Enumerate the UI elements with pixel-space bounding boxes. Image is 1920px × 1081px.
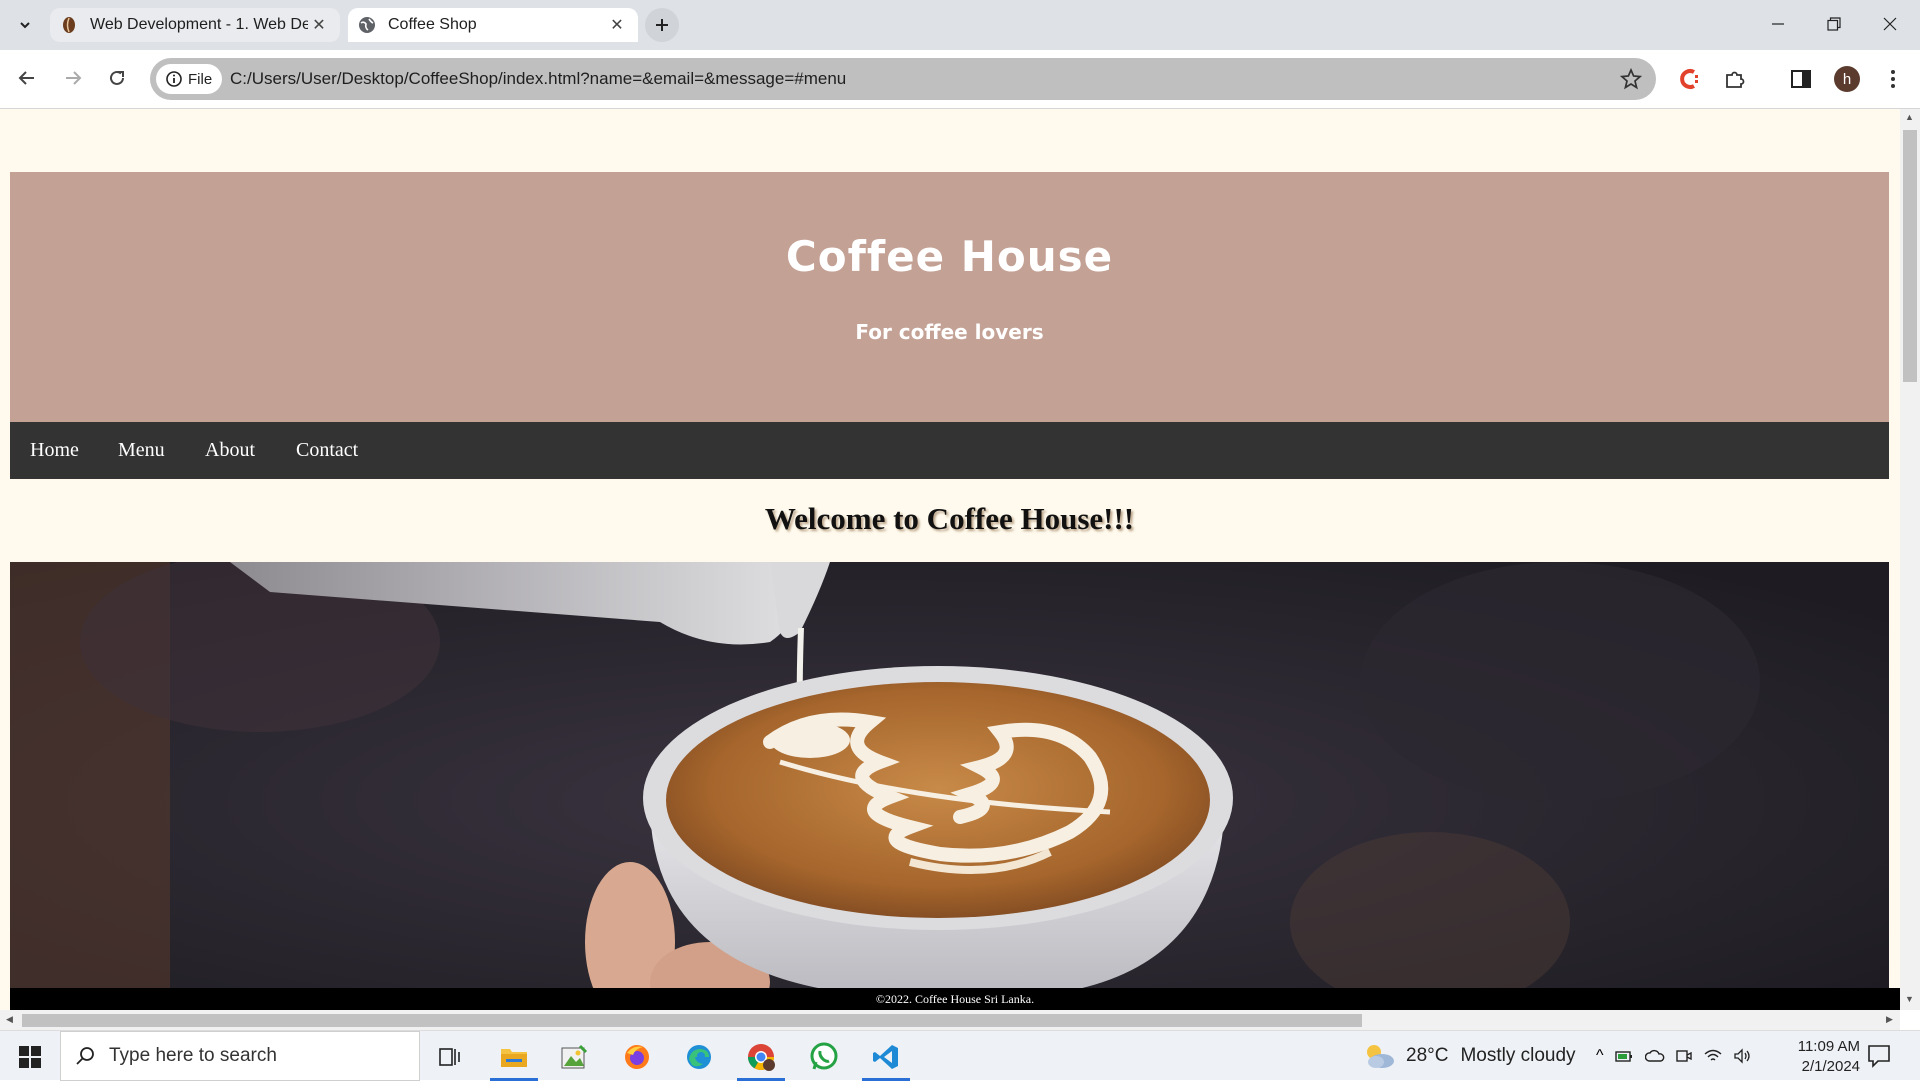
scroll-up-arrow-icon[interactable]: ▲: [1905, 112, 1914, 122]
minimize-button[interactable]: [1750, 0, 1806, 48]
info-icon: [166, 71, 182, 87]
weather-widget[interactable]: 28°C Mostly cloudy: [1362, 1031, 1576, 1081]
taskbar-search-box[interactable]: Type here to search: [60, 1031, 420, 1081]
edge-button[interactable]: [671, 1036, 727, 1078]
site-chip-label: File: [188, 70, 213, 88]
tab-title: Web Development - 1. Web De: [90, 16, 308, 33]
windows-taskbar: Type here to search 28°C Mostly cloudy ^…: [0, 1030, 1920, 1081]
whatsapp-button[interactable]: [796, 1036, 852, 1078]
side-panel-icon[interactable]: [1788, 66, 1814, 92]
star-icon[interactable]: [1620, 68, 1642, 90]
vscode-button[interactable]: [858, 1036, 914, 1081]
tab-title: Coffee Shop: [388, 16, 477, 33]
scroll-left-arrow-icon[interactable]: ◀: [6, 1014, 13, 1025]
extension-c-icon[interactable]: [1677, 66, 1703, 92]
tab-search-button[interactable]: [8, 8, 42, 42]
search-placeholder: Type here to search: [109, 1045, 277, 1066]
speaker-icon[interactable]: [1733, 1048, 1753, 1064]
site-nav: Home Menu About Contact: [10, 422, 1889, 479]
reload-button[interactable]: [99, 60, 135, 96]
chrome-button[interactable]: [733, 1036, 789, 1081]
site-title: Coffee House: [785, 232, 1114, 281]
edge-icon: [687, 1045, 711, 1069]
minimize-icon: [1772, 23, 1784, 25]
search-icon: [76, 1047, 94, 1065]
menu-kebab-icon[interactable]: [1880, 66, 1906, 92]
globe-icon: [358, 16, 376, 34]
task-view-icon: [439, 1048, 460, 1066]
meet-now-icon[interactable]: [1675, 1048, 1693, 1064]
browser-toolbar: File C:/Users/User/Desktop/CoffeeShop/in…: [0, 50, 1920, 109]
reload-icon: [110, 70, 124, 85]
taskbar-clock[interactable]: 11:09 AM 2/1/2024: [1770, 1037, 1860, 1077]
nav-link-home[interactable]: Home: [30, 422, 79, 479]
arrow-left-icon: [18, 71, 34, 85]
nav-link-menu[interactable]: Menu: [118, 422, 165, 479]
wifi-icon[interactable]: [1703, 1048, 1723, 1064]
vscode-icon: [873, 1045, 898, 1069]
firefox-button[interactable]: [609, 1036, 665, 1078]
close-icon[interactable]: ✕: [308, 14, 330, 36]
clock-time: 11:09 AM: [1797, 1038, 1860, 1055]
scroll-down-arrow-icon[interactable]: ▼: [1905, 994, 1914, 1004]
task-view-button[interactable]: [422, 1036, 478, 1078]
arrow-right-icon: [66, 71, 82, 85]
folder-icon: [501, 1049, 527, 1067]
site-info-chip[interactable]: File: [156, 64, 223, 94]
file-explorer-button[interactable]: [486, 1036, 542, 1081]
address-bar[interactable]: File C:/Users/User/Desktop/CoffeeShop/in…: [150, 58, 1656, 100]
site-footer: ©2022. Coffee House Sri Lanka.: [10, 988, 1900, 1010]
horizontal-scroll-thumb[interactable]: [22, 1014, 1362, 1027]
system-tray: ^: [1590, 1031, 1758, 1081]
start-button[interactable]: [2, 1036, 58, 1078]
scroll-right-arrow-icon[interactable]: ▶: [1886, 1014, 1893, 1025]
nav-link-about[interactable]: About: [205, 422, 255, 479]
chevron-up-icon[interactable]: ^: [1596, 1047, 1604, 1065]
coffee-bean-icon: [60, 16, 78, 34]
hero-coffee-image: [10, 562, 1889, 998]
close-window-button[interactable]: [1862, 0, 1918, 48]
restore-button[interactable]: [1806, 0, 1862, 48]
firefox-icon: [625, 1045, 649, 1069]
forward-button[interactable]: [55, 60, 91, 96]
weather-temp: 28°C: [1406, 1045, 1449, 1066]
url-text[interactable]: C:/Users/User/Desktop/CoffeeShop/index.h…: [230, 58, 846, 100]
windows-logo-icon: [19, 1046, 41, 1068]
welcome-heading: Welcome to Coffee House!!!: [764, 501, 1135, 536]
whatsapp-icon: [810, 1042, 838, 1070]
tab-web-development[interactable]: Web Development - 1. Web De ✕: [50, 8, 340, 42]
onedrive-cloud-icon[interactable]: [1644, 1048, 1665, 1064]
new-tab-button[interactable]: [645, 8, 679, 42]
close-icon[interactable]: ✕: [606, 14, 628, 36]
weather-text: Mostly cloudy: [1460, 1045, 1576, 1066]
cloud-sun-icon: [1367, 1045, 1394, 1068]
chevron-down-icon: [20, 22, 30, 29]
chrome-icon: [748, 1044, 775, 1071]
clock-date: 2/1/2024: [1801, 1058, 1860, 1075]
site-header: Coffee House For coffee lovers: [10, 172, 1889, 422]
plus-icon: [656, 19, 668, 31]
tab-strip: Web Development - 1. Web De ✕ Coffee Sho…: [0, 0, 1920, 50]
picture-icon: [561, 1044, 588, 1069]
nav-link-contact[interactable]: Contact: [296, 422, 358, 479]
page-viewport: Coffee House For coffee lovers Home Menu…: [0, 109, 1900, 1010]
vertical-scroll-thumb[interactable]: [1903, 130, 1917, 382]
battery-icon[interactable]: [1614, 1048, 1635, 1064]
image-app-button[interactable]: [546, 1036, 602, 1078]
notification-icon[interactable]: [1866, 1043, 1892, 1069]
close-icon: [1883, 17, 1897, 31]
avatar-initial: h: [1842, 70, 1852, 88]
extensions-puzzle-icon[interactable]: [1722, 66, 1748, 92]
restore-icon: [1827, 17, 1841, 31]
back-button[interactable]: [9, 60, 45, 96]
tab-coffee-shop[interactable]: Coffee Shop ✕: [348, 8, 638, 42]
site-tagline: For coffee lovers: [855, 320, 1044, 344]
profile-avatar[interactable]: h: [1834, 66, 1860, 92]
